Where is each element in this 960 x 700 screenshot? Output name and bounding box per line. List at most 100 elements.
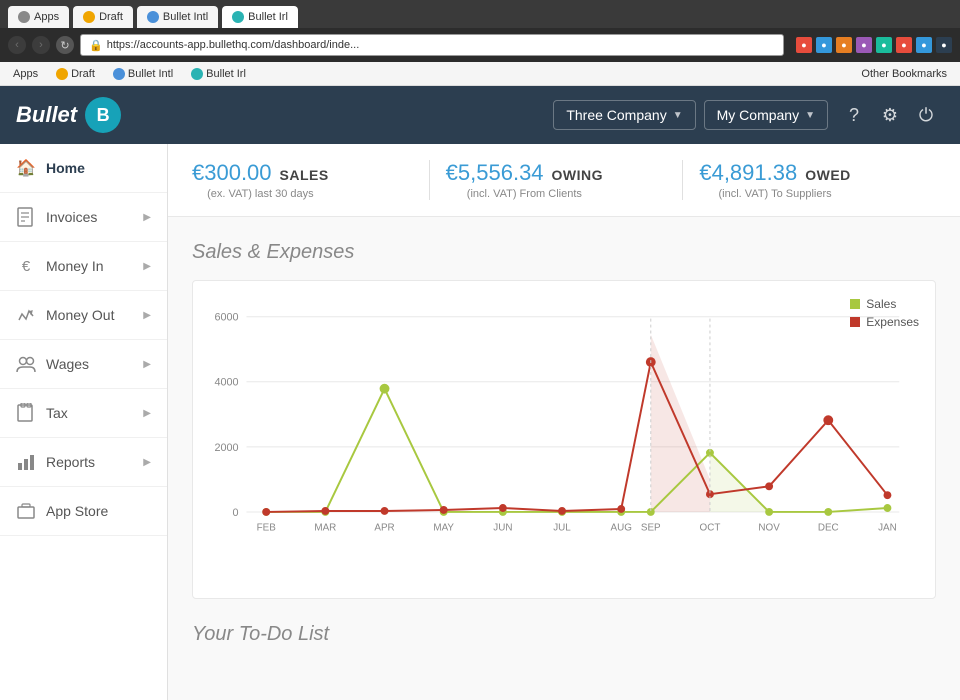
- settings-button[interactable]: ⚙: [872, 97, 908, 133]
- expenses-legend-dot: [850, 317, 860, 327]
- svg-text:JAN: JAN: [878, 523, 897, 534]
- owed-value: €4,891.38: [699, 160, 797, 186]
- app-logo[interactable]: Bullet B: [16, 97, 121, 133]
- svg-text:AUG: AUG: [611, 523, 632, 534]
- chevron-right-icon-4: ▶: [143, 359, 151, 370]
- sidebar-item-money-in[interactable]: € Money In ▶: [0, 242, 167, 291]
- sidebar-label-tax: Tax: [46, 405, 133, 421]
- chevron-right-icon-3: ▶: [143, 310, 151, 321]
- chevron-right-icon-2: ▶: [143, 261, 151, 272]
- content-area: Sales & Expenses Sales Expenses 6000: [168, 217, 960, 670]
- bookmarks-bar: Apps Draft Bullet Intl Bullet Irl Other …: [0, 62, 960, 86]
- browser-chrome: Apps Draft Bullet Intl Bullet Irl ‹ › ↻ …: [0, 0, 960, 62]
- svg-text:4000: 4000: [214, 377, 238, 389]
- ext-icon-7: ●: [916, 37, 932, 53]
- sales-label: SALES: [280, 167, 329, 183]
- svg-text:FEB: FEB: [257, 523, 277, 534]
- my-company-dropdown[interactable]: My Company ▼: [704, 100, 828, 130]
- power-button[interactable]: ⏻: [908, 97, 944, 133]
- company-name: Three Company: [566, 107, 666, 123]
- bookmark-bullet-intl[interactable]: Bullet Intl: [108, 66, 178, 82]
- sales-legend-dot: [850, 299, 860, 309]
- help-icon: ?: [849, 105, 859, 126]
- power-icon: ⏻: [919, 105, 933, 126]
- legend-sales: Sales: [850, 297, 919, 311]
- logo-text: Bullet: [16, 102, 77, 128]
- bookmark-bullet-irl[interactable]: Bullet Irl: [186, 66, 251, 82]
- money-in-icon: €: [16, 256, 36, 276]
- bookmark-draft[interactable]: Draft: [51, 66, 100, 82]
- owed-sub: (incl. VAT) To Suppliers: [699, 188, 850, 200]
- app-store-icon: [16, 501, 36, 521]
- main-layout: 🏠 Home Invoices ▶ € Money In ▶ Money Out…: [0, 144, 960, 700]
- browser-controls: ‹ › ↻ 🔒 https://accounts-app.bullethq.co…: [0, 28, 960, 62]
- legend-expenses: Expenses: [850, 315, 919, 329]
- wages-icon: [16, 354, 36, 374]
- svg-text:MAR: MAR: [314, 523, 336, 534]
- chart-container: Sales Expenses 6000 4000 2000 0: [192, 280, 936, 599]
- svg-text:NOV: NOV: [758, 523, 780, 534]
- sidebar-item-app-store[interactable]: App Store: [0, 487, 167, 536]
- url-text: https://accounts-app.bullethq.com/dashbo…: [107, 39, 360, 51]
- tab-bullet-irl[interactable]: Bullet Irl: [222, 6, 298, 28]
- sales-legend-label: Sales: [866, 297, 896, 311]
- owing-label: OWING: [552, 167, 604, 183]
- sidebar-item-home[interactable]: 🏠 Home: [0, 144, 167, 193]
- sidebar-label-app-store: App Store: [46, 503, 151, 519]
- svg-text:OCT: OCT: [700, 523, 721, 534]
- svg-text:MAY: MAY: [433, 523, 454, 534]
- tab-bar: Apps Draft Bullet Intl Bullet Irl: [0, 0, 960, 28]
- home-icon: 🏠: [16, 158, 36, 178]
- chart-section-title: Sales & Expenses: [192, 241, 936, 264]
- address-bar[interactable]: 🔒 https://accounts-app.bullethq.com/dash…: [80, 34, 784, 56]
- chevron-right-icon-6: ▶: [143, 457, 151, 468]
- chevron-right-icon-5: ▶: [143, 408, 151, 419]
- sidebar-label-invoices: Invoices: [46, 209, 133, 225]
- sidebar-label-wages: Wages: [46, 356, 133, 372]
- sidebar-item-invoices[interactable]: Invoices ▶: [0, 193, 167, 242]
- chevron-down-icon-2: ▼: [805, 110, 815, 121]
- bookmark-apps[interactable]: Apps: [8, 66, 43, 82]
- reports-icon: [16, 452, 36, 472]
- other-bookmarks[interactable]: Other Bookmarks: [856, 66, 952, 82]
- sidebar-item-money-out[interactable]: Money Out ▶: [0, 291, 167, 340]
- main-content: €300.00 SALES (ex. VAT) last 30 days €5,…: [168, 144, 960, 700]
- owing-value: €5,556.34: [446, 160, 544, 186]
- invoices-icon: [16, 207, 36, 227]
- browser-extension-icons: ● ● ● ● ● ● ● ●: [796, 37, 952, 53]
- sidebar-item-reports[interactable]: Reports ▶: [0, 438, 167, 487]
- tab-bullet-intl[interactable]: Bullet Intl: [137, 6, 218, 28]
- tax-icon: [16, 403, 36, 423]
- sales-value: €300.00: [192, 160, 272, 186]
- sidebar-item-wages[interactable]: Wages ▶: [0, 340, 167, 389]
- chevron-down-icon: ▼: [673, 110, 683, 121]
- ext-icon-2: ●: [816, 37, 832, 53]
- svg-text:SEP: SEP: [641, 523, 661, 534]
- refresh-button[interactable]: ↻: [56, 36, 74, 54]
- gear-icon: ⚙: [882, 105, 898, 126]
- tab-draft[interactable]: Draft: [73, 6, 133, 28]
- svg-text:2000: 2000: [214, 442, 238, 454]
- ext-icon-6: ●: [896, 37, 912, 53]
- ext-icon-4: ●: [856, 37, 872, 53]
- back-button[interactable]: ‹: [8, 36, 26, 54]
- forward-button[interactable]: ›: [32, 36, 50, 54]
- ext-icon-3: ●: [836, 37, 852, 53]
- stats-bar: €300.00 SALES (ex. VAT) last 30 days €5,…: [168, 144, 960, 217]
- sidebar-item-tax[interactable]: Tax ▶: [0, 389, 167, 438]
- help-button[interactable]: ?: [836, 97, 872, 133]
- svg-text:APR: APR: [374, 523, 394, 534]
- app-navbar: Bullet B Three Company ▼ My Company ▼ ? …: [0, 86, 960, 144]
- tab-apps[interactable]: Apps: [8, 6, 69, 28]
- svg-text:6000: 6000: [214, 312, 238, 324]
- money-out-icon: [16, 305, 36, 325]
- company-dropdown[interactable]: Three Company ▼: [553, 100, 695, 130]
- my-company-label: My Company: [717, 107, 799, 123]
- svg-text:0: 0: [233, 507, 239, 519]
- sidebar-label-home: Home: [46, 160, 151, 176]
- svg-text:DEC: DEC: [818, 523, 839, 534]
- sales-expenses-chart: 6000 4000 2000 0 FEB MAR AP: [209, 297, 919, 577]
- owing-sub: (incl. VAT) From Clients: [446, 188, 603, 200]
- logo-icon: B: [85, 97, 121, 133]
- stat-owing: €5,556.34 OWING (incl. VAT) From Clients: [430, 160, 684, 200]
